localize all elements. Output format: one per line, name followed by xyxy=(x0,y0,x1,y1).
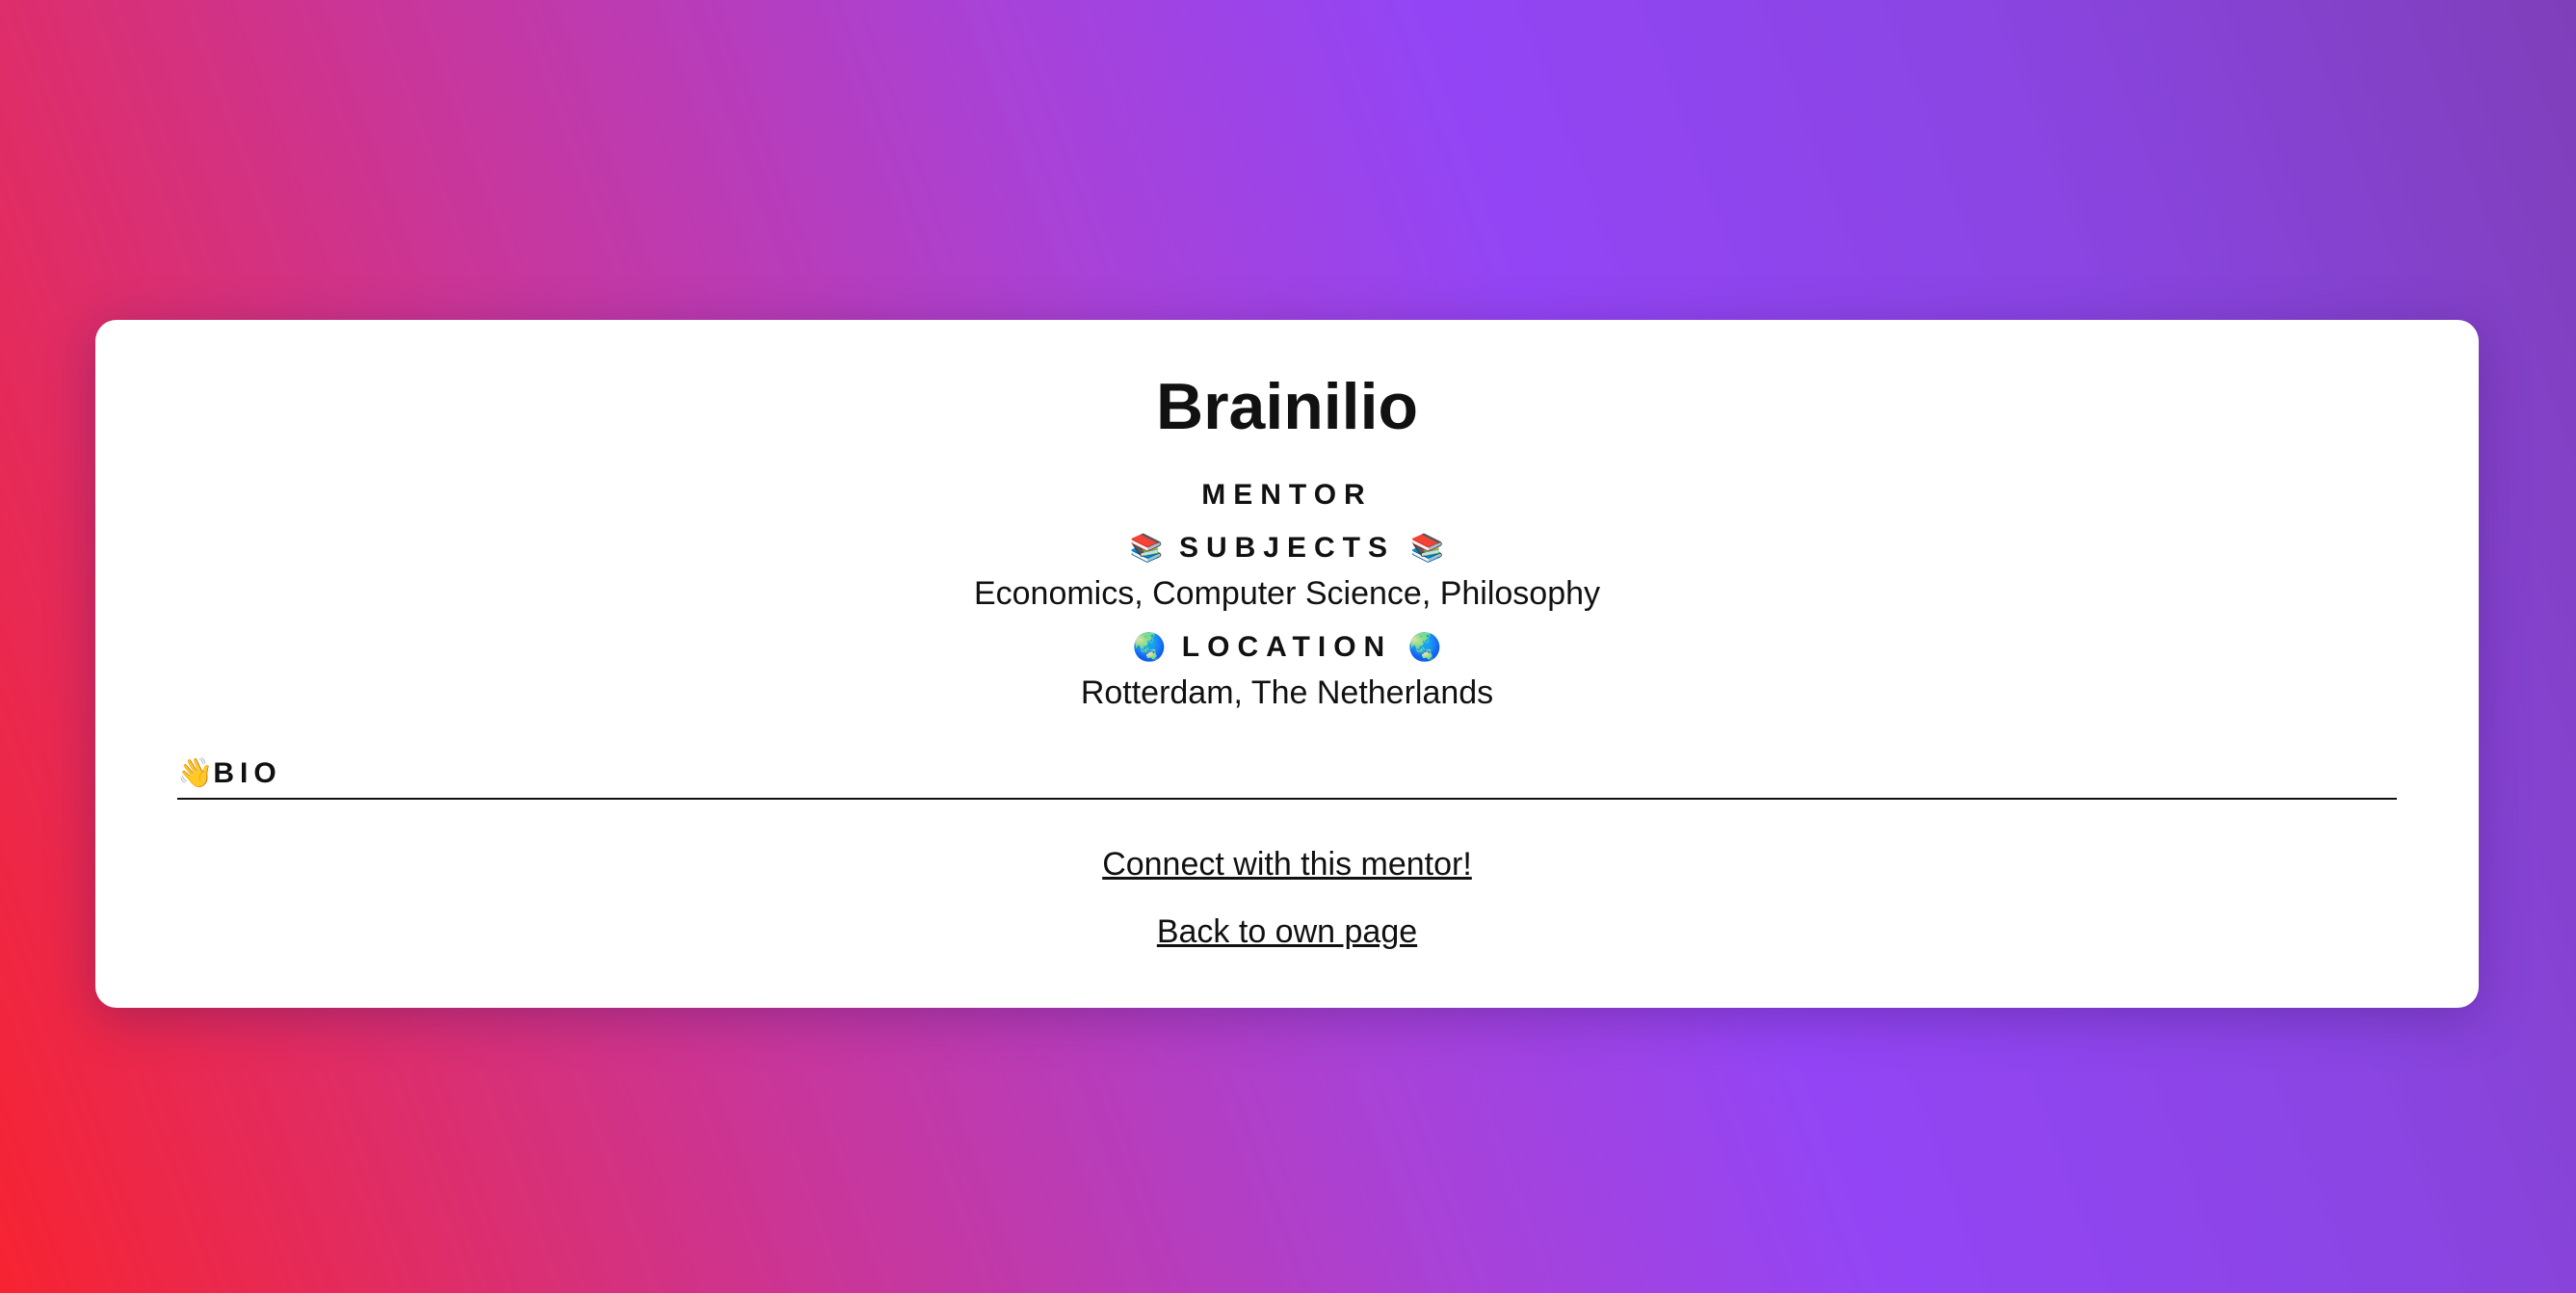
globe-icon: 🌏 xyxy=(1407,632,1442,662)
role-label: MENTOR xyxy=(1201,479,1373,511)
bio-label: BIO xyxy=(213,757,282,789)
books-icon: 📚 xyxy=(1129,533,1164,563)
waving-hand-icon: 👋 xyxy=(177,757,214,789)
subjects-value: Economics, Computer Science, Philosophy xyxy=(973,575,1601,612)
bio-heading: 👋BIO xyxy=(177,759,282,788)
bio-section: 👋BIO xyxy=(177,759,2397,800)
connect-with-mentor-link[interactable]: Connect with this mentor! xyxy=(1102,846,1472,883)
location-value: Rotterdam, The Netherlands xyxy=(1080,674,1494,711)
profile-card: Brainilio MENTOR 📚 SUBJECTS 📚 Economics,… xyxy=(95,320,2479,1008)
mentor-name: Brainilio xyxy=(1155,370,1419,443)
subjects-label: SUBJECTS xyxy=(1178,532,1396,564)
back-to-own-page-link[interactable]: Back to own page xyxy=(1157,913,1417,950)
location-heading: 🌏 LOCATION 🌏 xyxy=(95,633,2479,662)
connect-row: Connect with this mentor! xyxy=(95,848,2479,881)
subjects-heading: 📚 SUBJECTS 📚 xyxy=(95,534,2479,563)
back-row: Back to own page xyxy=(95,915,2479,948)
books-icon: 📚 xyxy=(1410,533,1445,563)
location-label: LOCATION xyxy=(1181,631,1393,663)
globe-icon: 🌏 xyxy=(1132,632,1167,662)
